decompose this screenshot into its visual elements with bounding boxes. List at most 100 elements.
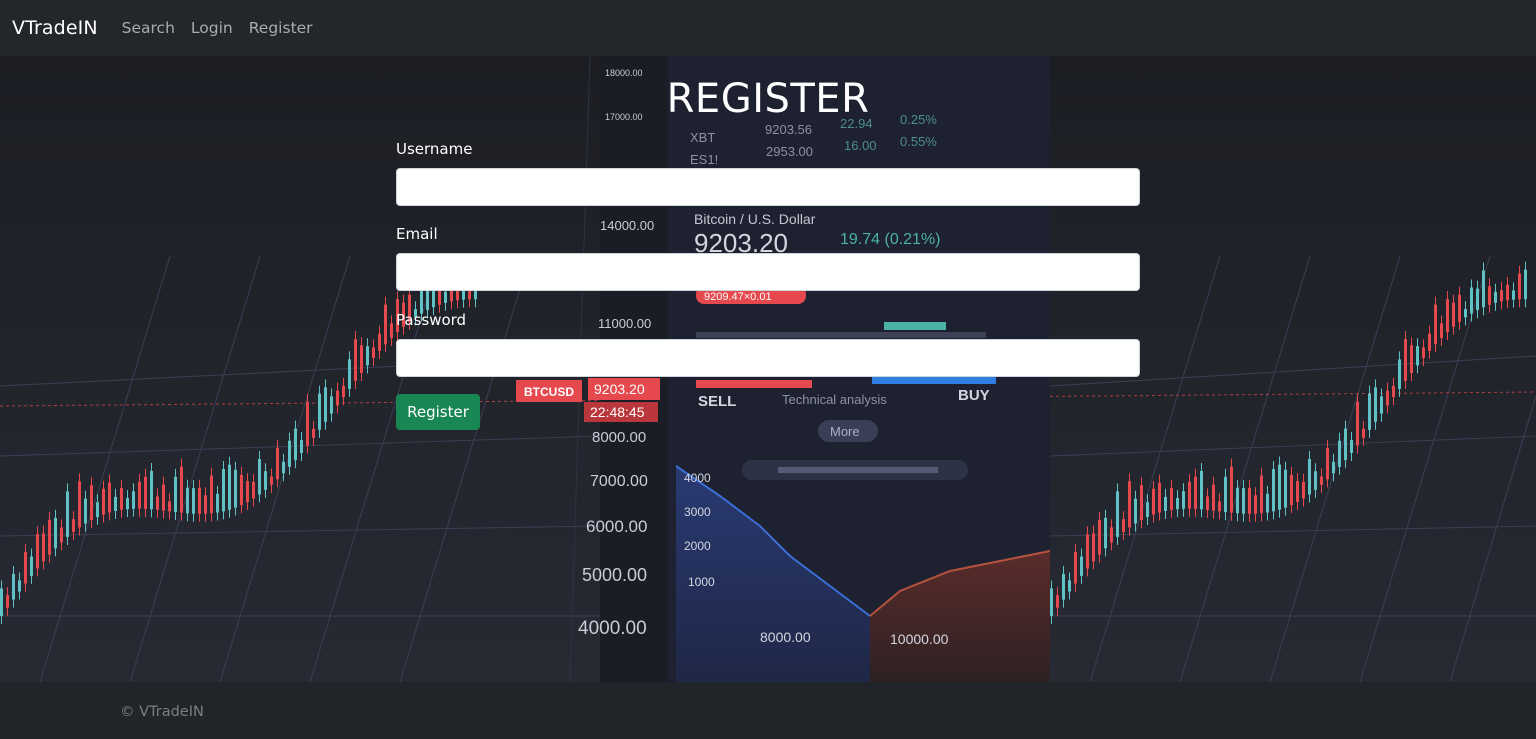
candle-body — [90, 485, 93, 521]
svg-text:22:48:45: 22:48:45 — [590, 404, 645, 420]
candle-body — [1062, 573, 1065, 600]
svg-text:4000.00: 4000.00 — [578, 618, 647, 639]
candle-body — [324, 387, 327, 422]
candle-body — [1224, 476, 1227, 513]
candle-body — [1248, 487, 1251, 514]
candle-body — [312, 428, 315, 438]
svg-text:9203.56: 9203.56 — [765, 122, 812, 137]
candle-body — [24, 552, 27, 584]
candle-body — [444, 291, 447, 303]
candle-body — [192, 488, 195, 514]
candle-body — [1080, 556, 1083, 576]
candle-body — [1386, 390, 1389, 406]
candle-body — [1410, 345, 1413, 373]
candle-body — [1194, 476, 1197, 509]
candle-body — [1110, 527, 1113, 543]
candle-body — [48, 519, 51, 555]
candle-body — [1068, 580, 1071, 592]
candle-body — [96, 502, 99, 518]
password-input[interactable] — [396, 339, 1140, 377]
svg-text:8000.00: 8000.00 — [592, 429, 646, 446]
candle-body — [1350, 439, 1353, 453]
candle-body — [426, 288, 429, 311]
candle-body — [54, 517, 57, 549]
candle-body — [180, 466, 183, 513]
candle-body — [1302, 481, 1305, 499]
candle-body — [258, 459, 261, 495]
candle-body — [186, 487, 189, 514]
candle-body — [1092, 533, 1095, 562]
candle-body — [72, 519, 75, 532]
candle-body — [1374, 387, 1377, 422]
candle-body — [1506, 284, 1509, 301]
candle-body — [246, 481, 249, 503]
candle-body — [1356, 401, 1359, 446]
candle-body — [1200, 470, 1203, 510]
candle-body — [462, 290, 465, 300]
candle-body — [1170, 487, 1173, 510]
candle-body — [1290, 474, 1293, 506]
nav-link-search[interactable]: Search — [122, 19, 175, 37]
candle-body — [360, 345, 363, 373]
brand-link[interactable]: VTradeIN — [12, 17, 98, 39]
candle-body — [126, 497, 129, 510]
candle-body — [336, 390, 339, 406]
candle-body — [1236, 487, 1239, 514]
candle-body — [1452, 302, 1455, 327]
candle-body — [1128, 481, 1131, 528]
candle-body — [216, 493, 219, 513]
nav-link-login[interactable]: Login — [191, 19, 233, 37]
candle-body — [42, 533, 45, 562]
username-input[interactable] — [396, 168, 1140, 206]
candle-body — [18, 580, 21, 592]
candle-body — [1422, 347, 1425, 358]
svg-text:Technical analysis: Technical analysis — [782, 392, 887, 407]
candle-body — [36, 534, 39, 569]
candle-body — [1326, 447, 1329, 480]
candle-body — [240, 474, 243, 506]
candle-body — [1284, 469, 1287, 508]
register-button[interactable]: Register — [396, 394, 480, 430]
candle-body — [1116, 491, 1119, 537]
svg-text:5000.00: 5000.00 — [582, 565, 647, 585]
candle-body — [282, 461, 285, 474]
candle-body — [1146, 502, 1149, 518]
email-input[interactable] — [396, 253, 1140, 291]
candle-body — [1524, 269, 1527, 300]
candle-body — [1242, 488, 1245, 514]
candle-body — [6, 595, 9, 608]
candle-body — [1254, 495, 1257, 514]
candle-body — [1086, 534, 1089, 569]
candle-body — [1266, 493, 1269, 513]
candle-body — [1278, 464, 1281, 510]
nav-link-register[interactable]: Register — [249, 19, 313, 37]
candle-body — [1332, 461, 1335, 474]
svg-text:8000.00: 8000.00 — [760, 629, 811, 645]
candle-body — [1314, 471, 1317, 490]
candle-body — [1164, 496, 1167, 512]
svg-text:6000.00: 6000.00 — [586, 517, 647, 536]
candle-body — [1056, 595, 1059, 608]
svg-text:7000.00: 7000.00 — [590, 473, 648, 490]
candle-body — [420, 287, 423, 314]
candle-body — [168, 501, 171, 512]
candle-body — [450, 290, 453, 302]
candle-body — [1050, 588, 1053, 616]
svg-text:19.74 (0.21%): 19.74 (0.21%) — [840, 231, 941, 248]
candle-body — [1398, 359, 1401, 389]
candle-body — [108, 482, 111, 513]
footer: © VTradeIN — [0, 682, 1536, 739]
candle-body — [1338, 440, 1341, 467]
candle-body — [222, 469, 225, 512]
svg-text:3000: 3000 — [684, 505, 711, 519]
page-title: REGISTER — [666, 76, 870, 122]
candle-body — [1122, 519, 1125, 532]
candle-body — [1494, 291, 1497, 303]
svg-text:2953.00: 2953.00 — [766, 144, 813, 159]
candle-body — [276, 447, 279, 480]
candle-body — [1074, 552, 1077, 584]
candle-body — [1434, 304, 1437, 345]
svg-text:10000.00: 10000.00 — [890, 631, 949, 647]
candle-body — [1272, 469, 1275, 512]
candle-body — [144, 476, 147, 509]
